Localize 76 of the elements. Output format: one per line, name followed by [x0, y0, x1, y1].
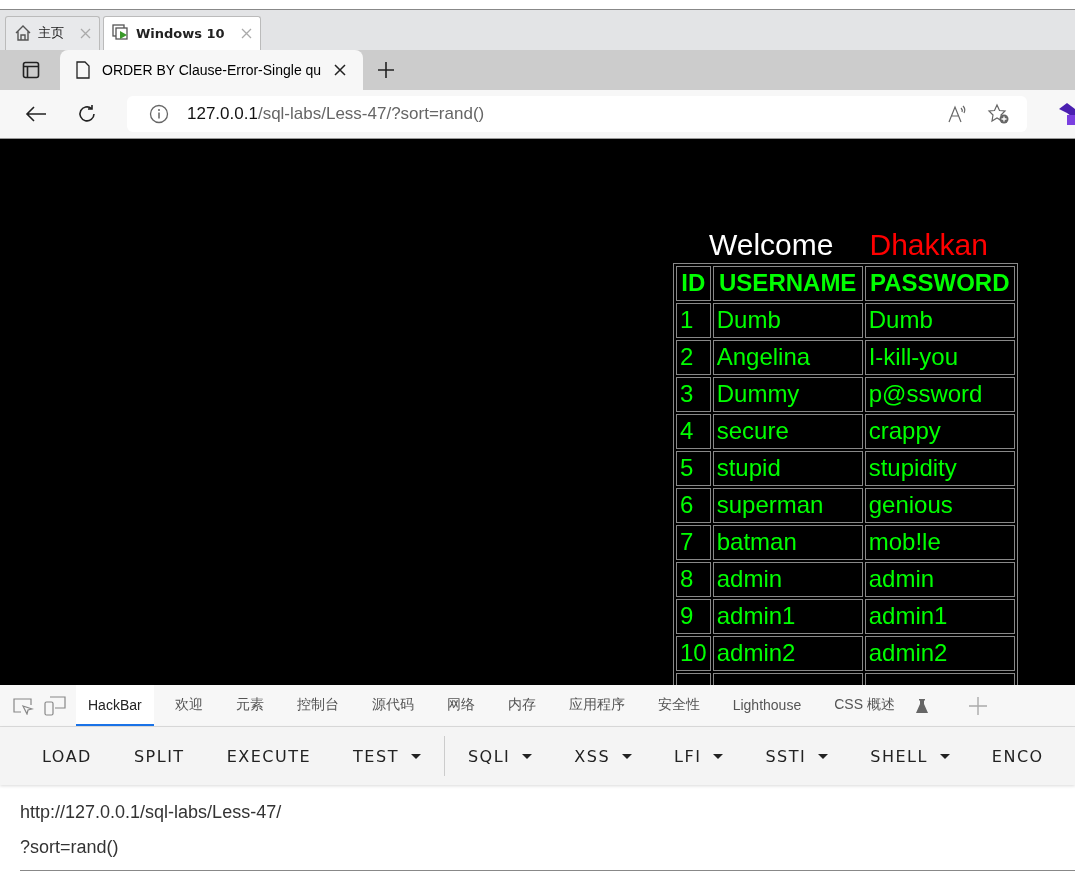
page-icon [76, 60, 90, 79]
welcome-text: Welcome [709, 226, 834, 263]
table-cell: genious [864, 487, 1015, 523]
vm-icon [112, 24, 130, 43]
devtools-tab[interactable]: 控制台 [284, 685, 351, 727]
table-cell: superman [712, 487, 863, 523]
window-tab[interactable]: Windows 10 [103, 15, 261, 50]
table-cell: 2 [676, 339, 711, 375]
url-text: 127.0.0.1/sql-labs/Less-47/?sort=rand() [187, 103, 485, 124]
table-cell: 4 [676, 413, 711, 449]
table-cell: 1 [676, 302, 711, 338]
devtools-tab[interactable]: HackBar [76, 685, 154, 727]
hackbar-button[interactable]: LOAD [23, 738, 111, 774]
table-cell: admin [712, 561, 863, 597]
table-cell: 3 [676, 376, 711, 412]
table-cell: admin1 [712, 598, 863, 634]
table-cell: Angelina [712, 339, 863, 375]
tab-title: ORDER BY Clause-Error-Single qu [102, 61, 322, 78]
tab-actions-icon[interactable] [22, 60, 40, 79]
inspect-icon[interactable] [12, 696, 34, 715]
refresh-icon[interactable] [77, 103, 97, 124]
hackbar-button[interactable]: SSTI [746, 738, 848, 774]
table-cell: Dumb [864, 302, 1015, 338]
table-cell: secure [712, 413, 863, 449]
home-icon [14, 24, 32, 43]
window-tab[interactable]: 主页 [5, 15, 100, 50]
new-tab-icon[interactable] [377, 60, 396, 79]
hackbar-button[interactable]: SPLIT [114, 738, 204, 774]
hackbar-button[interactable]: TEST [334, 738, 440, 774]
hackbar-button[interactable]: ENCO [972, 738, 1063, 774]
table-cell: batman [712, 524, 863, 560]
hackbar-button[interactable]: SQLI [448, 738, 552, 774]
address-bar[interactable]: 127.0.0.1/sql-labs/Less-47/?sort=rand() [127, 95, 1027, 132]
devtools-tab[interactable]: 安全性 [645, 685, 712, 727]
table-cell: 10 [676, 635, 711, 671]
devtools-tab[interactable]: 元素 [223, 685, 276, 727]
hackbar-button[interactable]: LFI [655, 738, 743, 774]
table-cell: admin2 [864, 635, 1015, 671]
table-cell: I-kill-you [864, 339, 1015, 375]
devtools-tab[interactable]: CSS 概述 [822, 685, 907, 727]
add-favorite-icon[interactable] [987, 102, 1011, 125]
devtools-tab[interactable]: 应用程序 [556, 685, 637, 727]
info-icon [149, 103, 169, 124]
back-icon[interactable] [25, 104, 47, 123]
table-cell: crappy [864, 413, 1015, 449]
table-cell: 6 [676, 487, 711, 523]
table-cell: Dumb [712, 302, 863, 338]
hackbar-button[interactable]: SHELL [851, 738, 969, 774]
hackbar-button[interactable]: XSS [555, 738, 652, 774]
devtools-tab[interactable]: Lighthouse [720, 685, 814, 727]
table-cell: 9 [676, 598, 711, 634]
table-cell: 8 [676, 561, 711, 597]
table-cell: stupid [712, 450, 863, 486]
table-cell: admin1 [864, 598, 1015, 634]
devtools-tab[interactable]: 网络 [434, 685, 487, 727]
table-cell: p@ssword [864, 376, 1015, 412]
url-field[interactable]: http://127.0.0.1/sql-labs/Less-47/ ?sort=rand() [20, 795, 1075, 871]
browser-tab[interactable]: ORDER BY Clause-Error-Single qu [60, 49, 364, 90]
table-cell: admin [864, 561, 1015, 597]
column-header: USERNAME [712, 265, 863, 301]
extension-icon[interactable] [1057, 100, 1075, 127]
devtools-tab[interactable]: 欢迎 [162, 685, 215, 727]
table-cell: 5 [676, 450, 711, 486]
hackbar-button[interactable]: EXECUTE [207, 738, 331, 774]
close-icon[interactable] [333, 62, 348, 77]
flask-icon [915, 698, 928, 713]
column-header: PASSWORD [864, 265, 1015, 301]
table-cell: admin2 [712, 635, 863, 671]
table-cell: stupidity [864, 450, 1015, 486]
column-header: ID [676, 265, 711, 301]
table-cell: mob!le [864, 524, 1015, 560]
devtools-tab[interactable]: 内存 [495, 685, 548, 727]
devtools-tab[interactable]: 源代码 [359, 685, 426, 727]
user-name: Dhakkan [869, 226, 988, 263]
table-cell: Dummy [712, 376, 863, 412]
table-cell: 7 [676, 524, 711, 560]
